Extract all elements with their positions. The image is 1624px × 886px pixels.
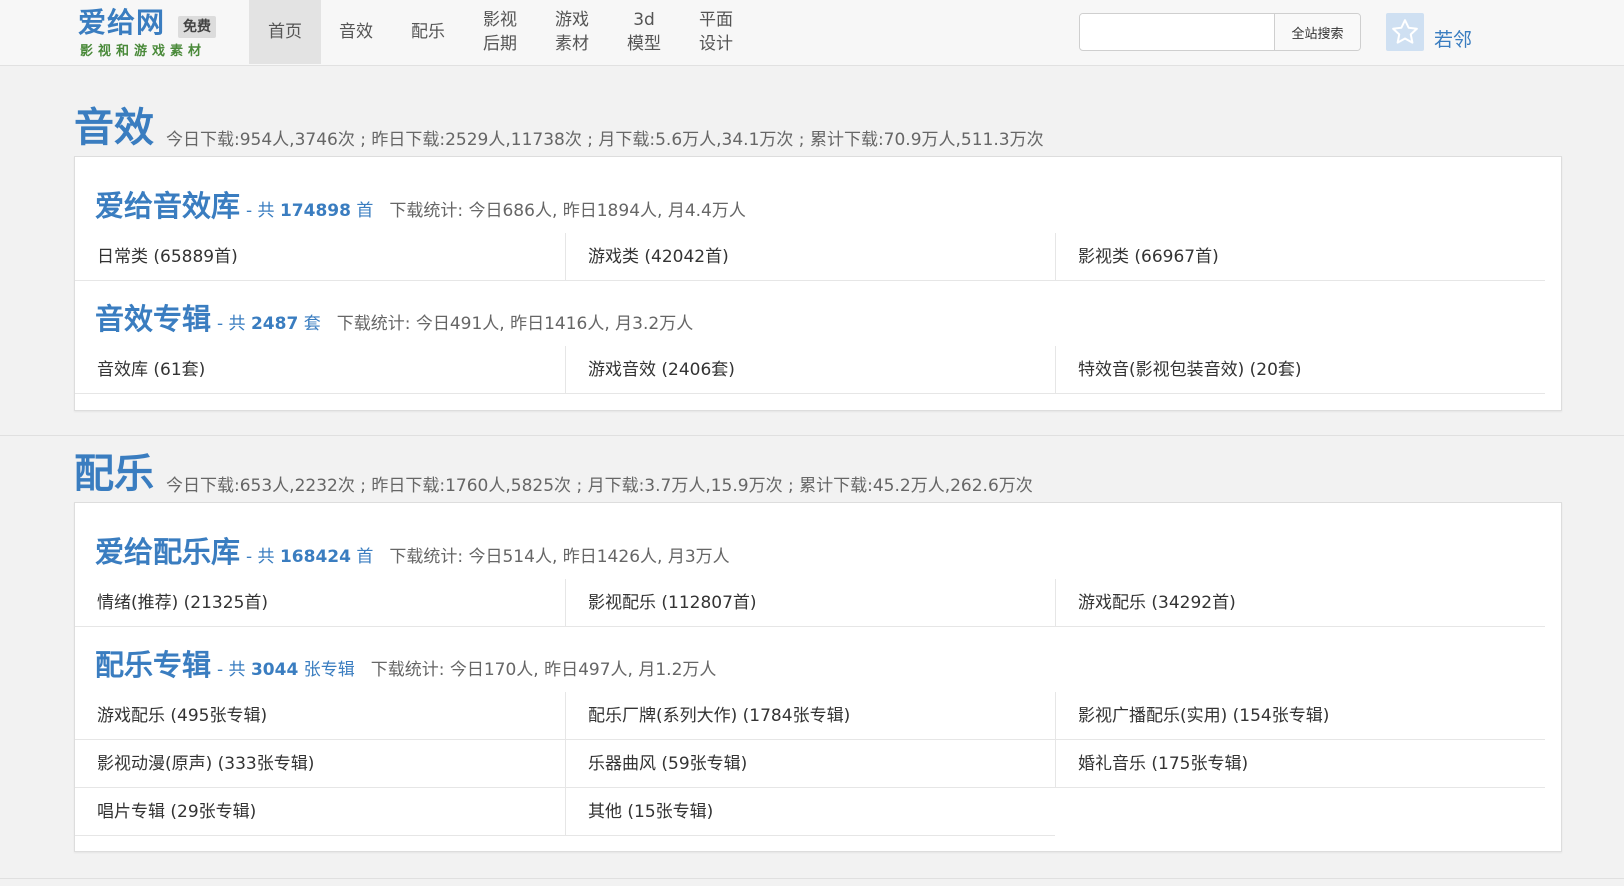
category-link[interactable]: 影视类 (66967首) (1055, 233, 1545, 281)
search-input[interactable] (1080, 14, 1286, 48)
count-unit: 首 (350, 547, 374, 567)
count-unit: 张专辑 (298, 660, 355, 680)
nav-item-game-assets[interactable]: 游戏 素材 (536, 0, 608, 64)
section-stats: 今日下载:954人,3746次 ; 昨日下载:2529人,11738次 ; 月下… (166, 130, 1044, 150)
site-logo[interactable]: 爱给网 免费 影视和游戏素材 (78, 6, 228, 62)
star-icon (1392, 19, 1418, 44)
count-prefix: - 共 (246, 201, 280, 221)
library-count: - 共 2487 套 (217, 314, 321, 334)
avatar[interactable] (1386, 13, 1424, 51)
nav-item-graphic-design[interactable]: 平面 设计 (680, 0, 752, 64)
category-link[interactable]: 游戏音效 (2406套) (565, 346, 1055, 394)
free-badge: 免费 (178, 16, 216, 38)
category-link[interactable]: 婚礼音乐 (175张专辑) (1055, 740, 1545, 788)
category-link[interactable]: 游戏配乐 (495张专辑) (75, 692, 565, 740)
music-panel: 爱给配乐库 - 共 168424 首下载统计: 今日514人, 昨日1426人, … (74, 502, 1562, 852)
section-title-music: 配乐 (74, 451, 154, 497)
library-header: 音效专辑 - 共 2487 套下载统计: 今日491人, 昨日1416人, 月3.… (95, 296, 693, 338)
download-stats: 下载统计: 今日491人, 昨日1416人, 月3.2万人 (336, 314, 694, 334)
download-stats: 下载统计: 今日170人, 昨日497人, 月1.2万人 (370, 660, 717, 680)
category-link[interactable]: 配乐厂牌(系列大作) (1784张专辑) (565, 692, 1055, 740)
library-title[interactable]: 爱给音效库 (95, 189, 240, 223)
section-stats: 今日下载:653人,2232次 ; 昨日下载:1760人,5825次 ; 月下载… (166, 476, 1033, 496)
library-count: - 共 3044 张专辑 (217, 660, 355, 680)
nav-item-3d-models[interactable]: 3d 模型 (608, 0, 680, 64)
category-link[interactable]: 情绪(推荐) (21325首) (75, 579, 565, 627)
library-count: - 共 168424 首 (246, 547, 373, 567)
nav-item-label: 平面 设计 (699, 10, 733, 54)
category-link[interactable]: 影视广播配乐(实用) (154张专辑) (1055, 692, 1545, 740)
count-value: 174898 (279, 201, 351, 221)
count-value: 3044 (250, 660, 299, 680)
site-search-button[interactable]: 全站搜索 (1274, 14, 1360, 50)
nav-item-home[interactable]: 首页 (249, 0, 321, 64)
search-box: 全站搜索 (1079, 13, 1361, 51)
category-link[interactable]: 特效音(影视包装音效) (20套) (1055, 346, 1545, 394)
count-unit: 套 (298, 314, 321, 334)
count-prefix: - 共 (217, 660, 251, 680)
nav-item-music[interactable]: 配乐 (392, 0, 464, 64)
top-navbar: 爱给网 免费 影视和游戏素材 首页 音效 配乐 影视 后期 游戏 素材 3d 模… (0, 0, 1624, 66)
nav-item-sound-effects[interactable]: 音效 (320, 0, 392, 64)
nav-item-post-production[interactable]: 影视 后期 (464, 0, 536, 64)
username-link[interactable]: 若邻 (1434, 25, 1472, 52)
section-title-sound-effects: 音效 (74, 105, 154, 151)
library-title[interactable]: 音效专辑 (95, 302, 211, 336)
nav-item-label: 音效 (339, 22, 373, 42)
category-link[interactable]: 游戏类 (42042首) (565, 233, 1055, 281)
library-title[interactable]: 配乐专辑 (95, 648, 211, 682)
library-title[interactable]: 爱给配乐库 (95, 535, 240, 569)
category-link[interactable]: 日常类 (65889首) (75, 233, 565, 281)
nav-item-label: 游戏 素材 (555, 10, 589, 54)
count-value: 168424 (279, 547, 351, 567)
category-link[interactable]: 其他 (15张专辑) (565, 788, 1055, 836)
library-header: 配乐专辑 - 共 3044 张专辑 下载统计: 今日170人, 昨日497人, 月1… (95, 642, 716, 684)
category-link[interactable]: 唱片专辑 (29张专辑) (75, 788, 565, 836)
nav-item-label: 首页 (268, 22, 302, 42)
sound-effects-panel: 爱给音效库 - 共 174898 首下载统计: 今日686人, 昨日1894人, … (74, 156, 1562, 411)
count-prefix: - 共 (217, 314, 251, 334)
logo-title: 爱给网 (78, 6, 166, 39)
library-header: 爱给音效库 - 共 174898 首下载统计: 今日686人, 昨日1894人, … (95, 183, 746, 225)
count-prefix: - 共 (246, 547, 280, 567)
logo-subtitle: 影视和游戏素材 (80, 44, 207, 59)
category-link[interactable]: 影视配乐 (112807首) (565, 579, 1055, 627)
section-divider (0, 435, 1624, 436)
count-value: 2487 (250, 314, 299, 334)
category-link[interactable]: 乐器曲风 (59张专辑) (565, 740, 1055, 788)
nav-item-label: 3d 模型 (627, 10, 661, 54)
nav-item-label: 配乐 (411, 22, 445, 42)
download-stats: 下载统计: 今日686人, 昨日1894人, 月4.4万人 (389, 201, 746, 221)
count-unit: 首 (350, 201, 374, 221)
category-link[interactable]: 游戏配乐 (34292首) (1055, 579, 1545, 627)
library-count: - 共 174898 首 (246, 201, 373, 221)
nav-item-label: 影视 后期 (483, 10, 517, 54)
category-link[interactable]: 影视动漫(原声) (333张专辑) (75, 740, 565, 788)
library-header: 爱给配乐库 - 共 168424 首下载统计: 今日514人, 昨日1426人, … (95, 529, 730, 571)
category-link[interactable]: 音效库 (61套) (75, 346, 565, 394)
download-stats: 下载统计: 今日514人, 昨日1426人, 月3万人 (389, 547, 730, 567)
section-divider (0, 878, 1624, 879)
